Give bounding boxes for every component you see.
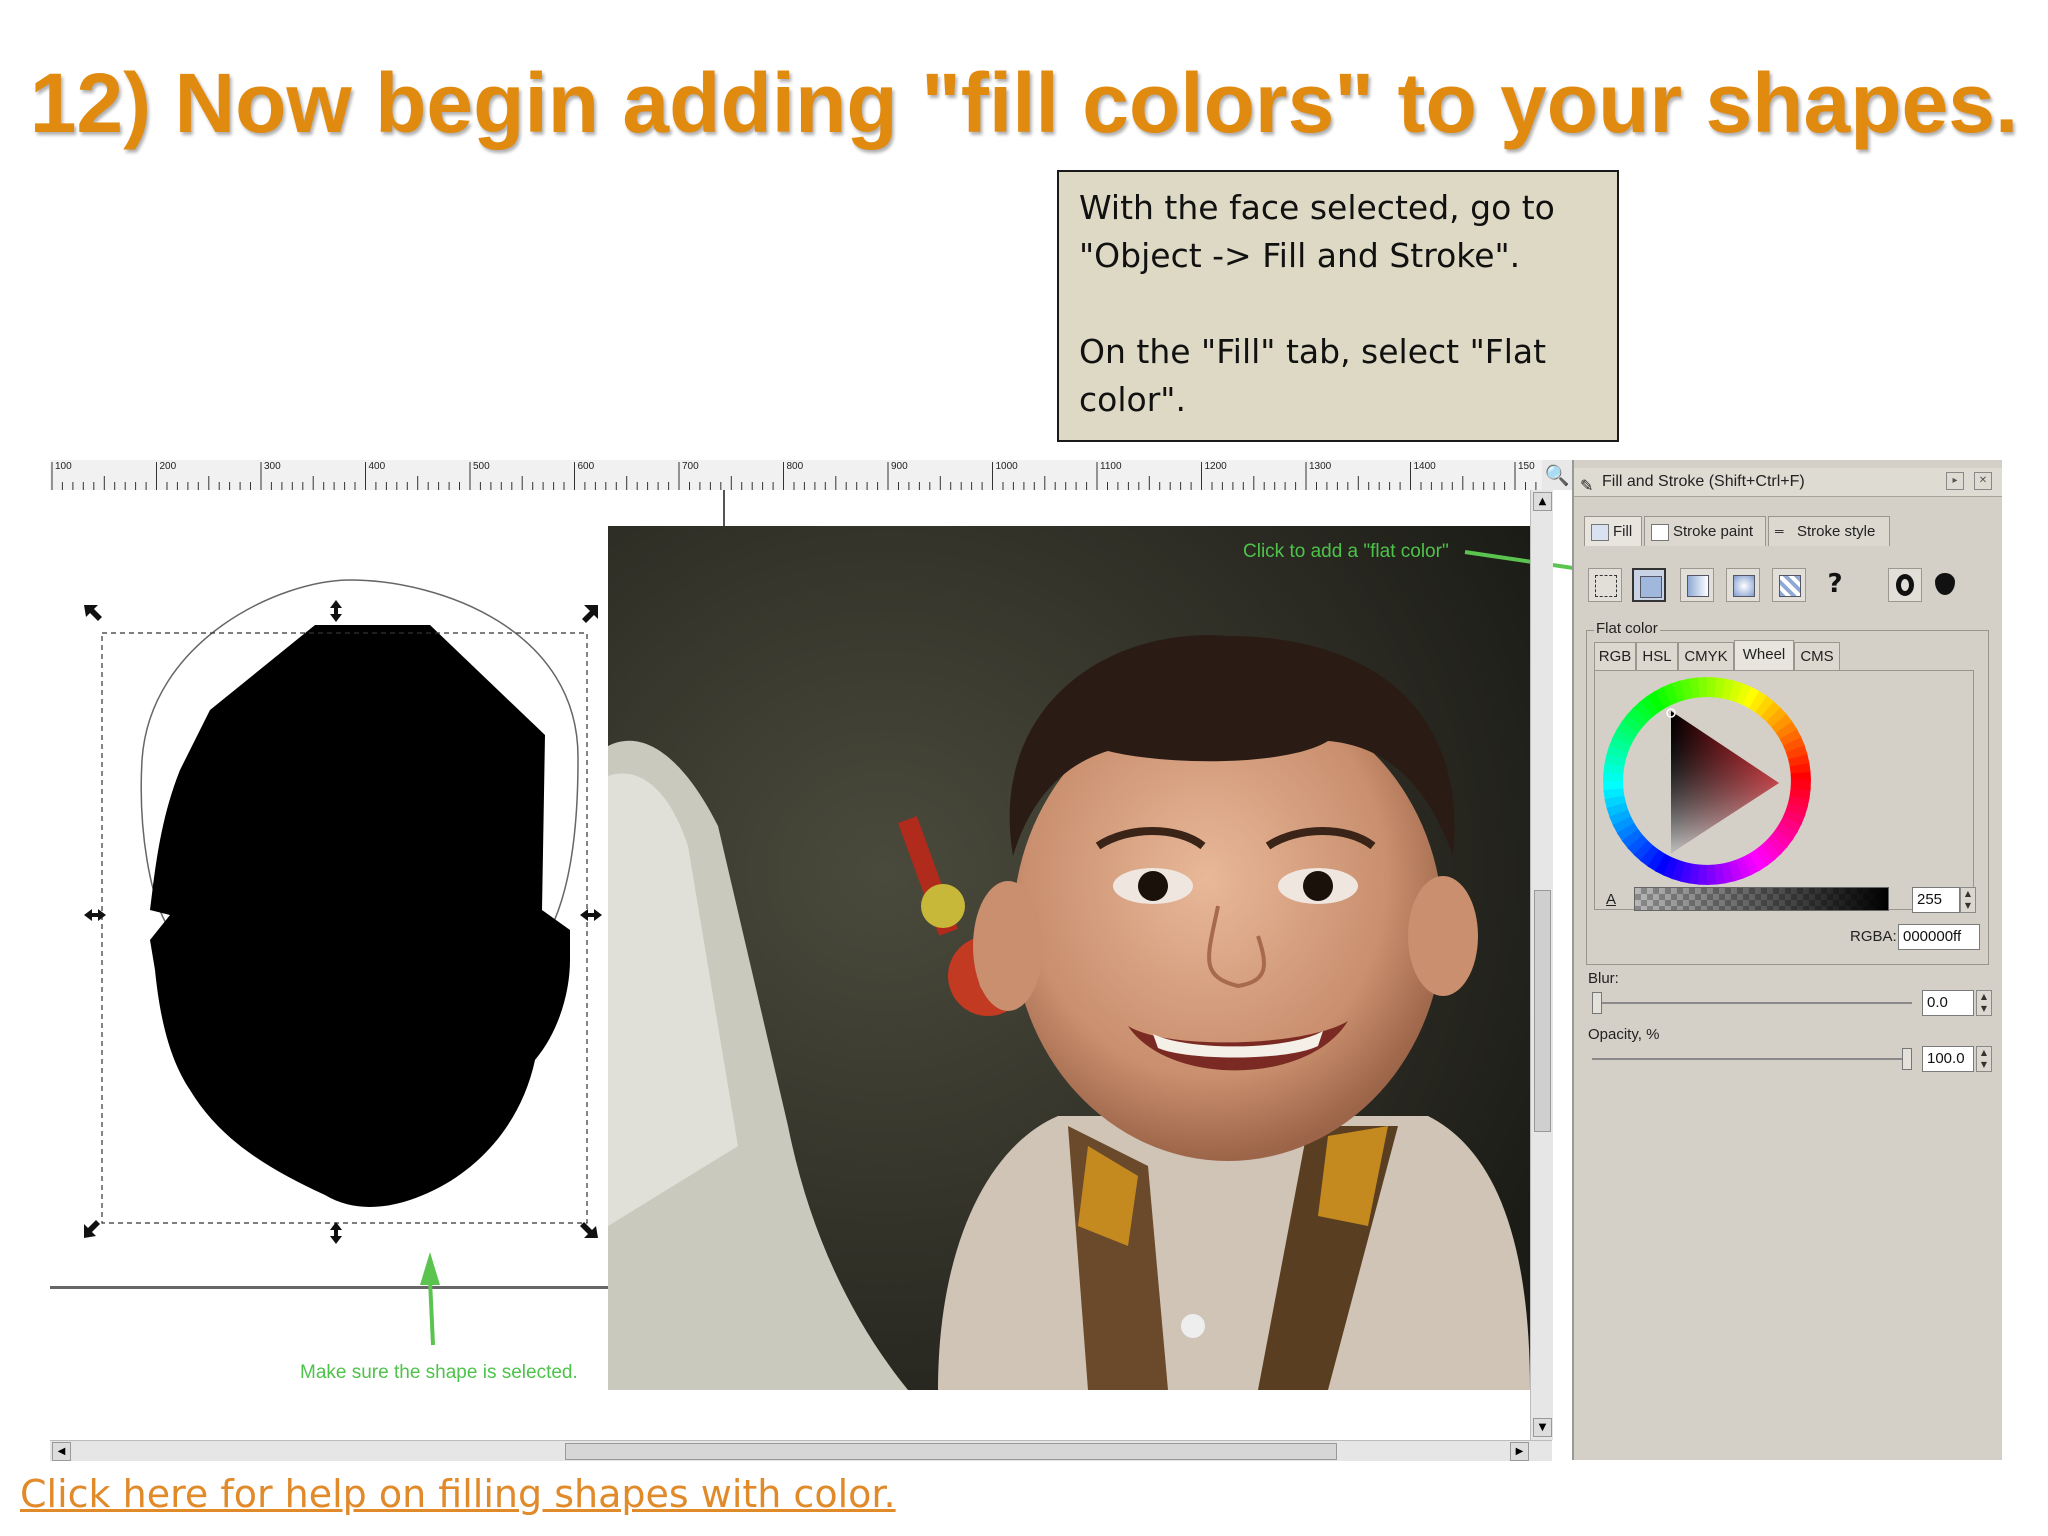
inkscape-screenshot: 100 200 300 400 500 600 700 800 900 1000 1100 1200 1… [50, 460, 2002, 1461]
fill-rule-nonzero-button[interactable] [1928, 568, 1962, 602]
vertical-scroll-thumb[interactable] [1534, 890, 1551, 1132]
opacity-slider-track[interactable] [1592, 1058, 1912, 1060]
horizontal-scroll-thumb[interactable] [565, 1443, 1337, 1460]
ruler-label: 800 [786, 461, 804, 472]
page-border-line [723, 490, 725, 526]
ruler-label: 1400 [1413, 461, 1436, 472]
ruler-label: 900 [891, 461, 908, 472]
fill-and-stroke-panel: ✎ Fill and Stroke (Shift+Ctrl+F) ▸ ✕ Fil… [1572, 460, 2002, 1460]
ruler-label: 300 [264, 461, 281, 472]
linear-gradient-icon [1687, 575, 1709, 597]
horizontal-scrollbar[interactable]: ◀ ▶ [50, 1440, 1552, 1461]
no-paint-icon [1595, 575, 1617, 597]
flat-color-button[interactable] [1632, 568, 1666, 602]
unset-paint-button[interactable]: ? [1818, 568, 1852, 602]
tab-stroke-style[interactable]: ═ Stroke style [1768, 516, 1890, 546]
panel-header: ✎ Fill and Stroke (Shift+Ctrl+F) ▸ ✕ [1574, 468, 2002, 497]
ruler-label: 200 [159, 461, 177, 472]
black-face-shape[interactable] [150, 625, 570, 1207]
ruler-label: 400 [368, 461, 386, 472]
flat-color-icon [1640, 576, 1662, 598]
fill-rule-evenodd-button[interactable] [1888, 568, 1922, 602]
rgba-input[interactable]: 000000ff [1898, 924, 1980, 950]
ruler-label: 1000 [995, 461, 1018, 472]
help-link[interactable]: Click here for help on filling shapes wi… [20, 1472, 896, 1516]
panel-title: Fill and Stroke (Shift+Ctrl+F) [1602, 473, 1805, 490]
pen-icon: ✎ [1580, 478, 1594, 495]
ruler-label: 700 [682, 461, 699, 472]
blur-label: Blur: [1588, 970, 1619, 987]
blur-slider-knob[interactable] [1592, 992, 1602, 1014]
question-icon: ? [1827, 569, 1843, 599]
rgba-label: RGBA: [1850, 928, 1897, 945]
evenodd-icon [1896, 574, 1914, 596]
vertical-scrollbar[interactable]: ▲ ▼ [1530, 490, 1553, 1440]
alpha-spin-arrows[interactable]: ▲ ▼ [1960, 887, 1976, 913]
note-flat-color: Click to add a "flat color" [1243, 541, 1449, 562]
stroke-paint-icon [1651, 524, 1669, 541]
nonzero-icon [1935, 573, 1955, 595]
ruler-label: 150 [1518, 461, 1535, 472]
opacity-spin-arrows[interactable]: ▲ ▼ [1976, 1046, 1992, 1072]
blur-spin-arrows[interactable]: ▲ ▼ [1976, 990, 1992, 1016]
tab-cms[interactable]: CMS [1794, 642, 1840, 670]
scroll-right-arrow[interactable]: ▶ [1510, 1442, 1529, 1461]
blur-slider-track[interactable] [1592, 1002, 1912, 1004]
instruction-callout: With the face selected, go to "Object ->… [1057, 170, 1619, 442]
scroll-down-arrow[interactable]: ▼ [1533, 1418, 1552, 1437]
green-arrow-head [420, 1252, 440, 1285]
green-arrow-up [428, 1279, 435, 1346]
ruler-label: 1200 [1204, 461, 1227, 472]
stroke-style-icon: ═ [1775, 524, 1784, 538]
pattern-button[interactable] [1772, 568, 1806, 602]
slide-title: 12) Now begin adding "fill colors" to yo… [29, 56, 2019, 150]
blur-input[interactable]: 0.0 [1922, 990, 1974, 1016]
radial-gradient-button[interactable] [1726, 568, 1760, 602]
linear-gradient-button[interactable] [1680, 568, 1714, 602]
child-photo-illustration [608, 526, 1530, 1390]
horizontal-ruler[interactable]: 100 200 300 400 500 600 700 800 900 1000 1100 1200 1… [50, 460, 1542, 491]
no-paint-button[interactable] [1588, 568, 1622, 602]
note-shape-selected: Make sure the shape is selected. [300, 1362, 578, 1383]
tab-hsl[interactable]: HSL [1636, 642, 1678, 670]
tab-stroke-paint[interactable]: Stroke paint [1644, 516, 1766, 546]
ruler-label: 500 [473, 461, 490, 472]
radial-gradient-icon [1733, 575, 1755, 597]
fill-icon [1591, 524, 1609, 541]
opacity-slider-knob[interactable] [1902, 1048, 1912, 1070]
alpha-row: A 255 ▲ ▼ [1596, 885, 1981, 915]
tab-rgb[interactable]: RGB [1594, 642, 1636, 670]
opacity-label: Opacity, % [1588, 1026, 1660, 1043]
tab-wheel[interactable]: Wheel [1734, 640, 1794, 670]
alpha-input[interactable]: 255 [1912, 887, 1960, 913]
opacity-input[interactable]: 100.0 [1922, 1046, 1974, 1072]
ruler-label: 600 [577, 461, 595, 472]
face-shape-selection[interactable] [50, 490, 610, 1390]
pattern-icon [1779, 575, 1801, 597]
color-wheel-area [1594, 670, 1974, 910]
ruler-label: 1300 [1309, 461, 1332, 472]
scroll-left-arrow[interactable]: ◀ [52, 1442, 71, 1461]
close-icon[interactable]: ✕ [1974, 472, 1992, 490]
color-wheel[interactable] [1595, 671, 1975, 911]
ruler-label: 1100 [1100, 461, 1122, 472]
tab-cmyk[interactable]: CMYK [1678, 642, 1734, 670]
alpha-slider[interactable] [1634, 887, 1889, 911]
scroll-up-arrow[interactable]: ▲ [1533, 492, 1552, 511]
tab-fill[interactable]: Fill [1584, 516, 1642, 546]
reference-photo[interactable] [608, 526, 1530, 1390]
drawing-canvas[interactable]: Make sure the shape is selected. Click t… [50, 490, 1530, 1440]
tab-stroke-paint-label: Stroke paint [1673, 523, 1754, 540]
tab-stroke-style-label: Stroke style [1797, 523, 1876, 540]
alpha-label: A [1606, 891, 1617, 908]
dock-icon[interactable]: ▸ [1946, 472, 1964, 490]
ruler-label: 100 [55, 461, 72, 472]
flat-color-label: Flat color [1594, 620, 1660, 637]
tab-fill-label: Fill [1613, 523, 1633, 540]
zoom-icon[interactable]: 🔍 [1542, 460, 1572, 490]
